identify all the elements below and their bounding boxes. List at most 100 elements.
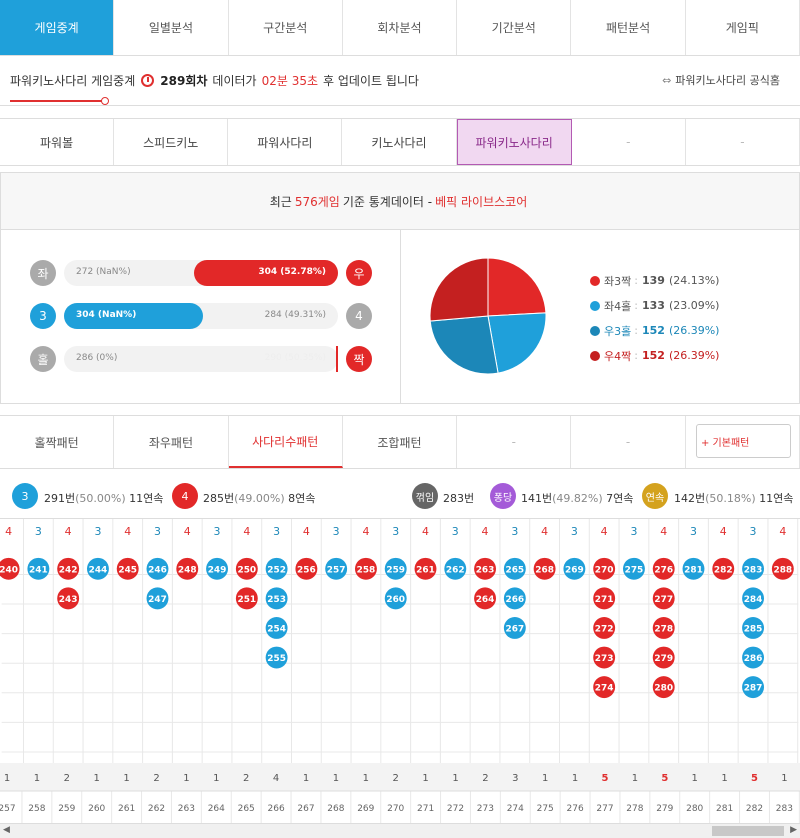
- tab-left-right-pattern[interactable]: 좌우패턴: [114, 416, 229, 468]
- result-ball-number: 274: [595, 684, 614, 694]
- column-count: 1: [303, 773, 309, 784]
- column-type-label: 3: [511, 525, 518, 538]
- tab-powerladder[interactable]: 파워사다리: [228, 119, 343, 165]
- column-round: 280: [686, 804, 703, 814]
- column-count: 2: [243, 773, 249, 784]
- column-type-label: 3: [452, 525, 459, 538]
- column-type-label: 4: [720, 525, 727, 538]
- column-round: 258: [28, 804, 45, 814]
- column-round: 260: [88, 804, 105, 814]
- four-pct: (49.00%): [234, 492, 285, 505]
- pie-slice-left3-even: [487, 257, 547, 317]
- legend-item: 우3홀:152 (26.39%): [590, 318, 719, 343]
- tab-ladder-number-pattern[interactable]: 사다리수패턴: [228, 416, 343, 468]
- result-ball-number: 259: [386, 565, 405, 575]
- column-count: 3: [512, 773, 518, 784]
- bar-right-text: 284 (49.31%): [264, 310, 326, 320]
- result-ball-number: 262: [446, 565, 465, 575]
- turn-count: 283번: [443, 492, 475, 505]
- column-type-label: 3: [392, 525, 399, 538]
- result-ball-number: 277: [654, 595, 673, 605]
- three-count: 291번: [44, 492, 76, 505]
- column-count: 1: [34, 773, 40, 784]
- column-type-label: 4: [482, 525, 489, 538]
- column-count: 2: [482, 773, 488, 784]
- bar-left-text: 286 (0%): [76, 353, 118, 363]
- tab-powerkenoladder[interactable]: 파워키노사다리: [456, 119, 572, 165]
- tab-odd-even-pattern[interactable]: 홀짝패턴: [0, 416, 115, 468]
- column-type-label: 4: [303, 525, 310, 538]
- pie-legend: 좌3짝:139 (24.13%) 좌4홀:133 (23.09%) 우3홀:152(…: [590, 268, 719, 368]
- column-round: 261: [118, 804, 135, 814]
- result-ball-number: 273: [595, 654, 614, 664]
- horizontal-scrollbar[interactable]: ◀ ▶: [0, 823, 800, 838]
- pattern-footer: 1 257 1 258 2 259 1 260 1 261 2 262 1 263 1 264 2 265 4 266…: [0, 763, 800, 823]
- column-round: 283: [776, 804, 793, 814]
- tab-daily[interactable]: 일별분석: [114, 0, 229, 55]
- scroll-left-icon[interactable]: ◀: [3, 825, 10, 835]
- pie-chart: [429, 257, 547, 375]
- tab-pattern[interactable]: 패턴분석: [571, 0, 686, 55]
- result-ball-number: 242: [59, 565, 78, 575]
- column-round: 262: [148, 804, 165, 814]
- turn-summary-text: 283번: [443, 490, 474, 506]
- tab-round[interactable]: 회차분석: [342, 0, 458, 55]
- tab-empty-b: -: [571, 416, 686, 468]
- result-ball-number: 272: [595, 624, 614, 634]
- official-home-link[interactable]: ⇔ 파워키노사다리 공식홈: [662, 72, 780, 88]
- result-ball-number: 283: [744, 565, 763, 575]
- legend-dot: [590, 275, 600, 286]
- tab-period[interactable]: 기간분석: [457, 0, 572, 55]
- result-ball-number: 267: [505, 624, 524, 634]
- legend-count: 152: [641, 349, 665, 362]
- column-count: 2: [153, 773, 159, 784]
- pong-summary-ball: 퐁당: [490, 483, 516, 509]
- column-round: 275: [537, 804, 554, 814]
- column-count: 5: [751, 773, 758, 784]
- result-ball-number: 275: [625, 565, 644, 575]
- tab-empty-2: -: [686, 119, 800, 165]
- pattern-tabs: 홀짝패턴 좌우패턴 사다리수패턴 조합패턴 - -: [0, 415, 800, 469]
- stats-bars: 좌 272 (NaN%) 304 (52.78%) 우 3 304 (NaN%)…: [1, 230, 401, 404]
- pattern-grid: 4 240 3 241 4 242 243 3 244 4 245 3 246 247 4 248 3 249 4 2…: [0, 518, 800, 763]
- odd-even-bar: 286 (0%) 290 (50.35%): [64, 346, 338, 372]
- column-count: 1: [183, 773, 189, 784]
- tab-empty-a: -: [457, 416, 572, 468]
- result-ball-number: 248: [178, 565, 197, 575]
- column-count: 1: [542, 773, 548, 784]
- scroll-thumb[interactable]: [712, 826, 784, 836]
- four-summary-ball: 4: [172, 483, 198, 509]
- tab-powerball[interactable]: 파워볼: [0, 119, 115, 165]
- tab-empty-1: -: [572, 119, 686, 165]
- footer-count-bg: [0, 763, 800, 791]
- game-tabs: 파워볼 스피드키노 파워사다리 키노사다리 파워키노사다리 - -: [0, 118, 800, 166]
- streak-summary-ball: 연속: [642, 483, 668, 509]
- turn-summary-ball: 꺾임: [412, 483, 438, 509]
- column-round: 277: [596, 804, 613, 814]
- legend-dot: [590, 350, 600, 361]
- result-ball-number: 241: [29, 565, 48, 575]
- main-tabs: 게임중계 일별분석 구간분석 회차분석 기간분석 패턴분석 게임픽: [0, 0, 800, 56]
- bar-right-text: 304 (52.78%): [258, 267, 326, 277]
- scroll-right-icon[interactable]: ▶: [790, 825, 797, 835]
- pie-slice-right4-even: [429, 257, 489, 322]
- legend-count: 133: [641, 299, 665, 312]
- result-ball-number: 276: [654, 565, 673, 575]
- result-ball-number: 287: [744, 684, 763, 694]
- tab-speedkeno[interactable]: 스피드키노: [114, 119, 229, 165]
- tab-section[interactable]: 구간분석: [228, 0, 343, 55]
- tab-kenoladder[interactable]: 키노사다리: [342, 119, 457, 165]
- legend-pct: (26.39%): [668, 349, 720, 362]
- column-count: 1: [781, 773, 787, 784]
- column-count: 4: [273, 773, 279, 784]
- four-summary-text: 285번(49.00%) 8연속: [203, 490, 315, 506]
- column-type-label: 3: [273, 525, 280, 538]
- game-title: 파워키노사다리 게임중계: [10, 74, 136, 88]
- bar-left-text: 304 (NaN%): [76, 310, 137, 320]
- link-icon: ⇔: [662, 74, 672, 87]
- tab-combo-pattern[interactable]: 조합패턴: [343, 416, 458, 468]
- basic-pattern-button[interactable]: + 기본패턴: [696, 424, 791, 458]
- tab-live[interactable]: 게임중계: [0, 0, 115, 55]
- result-ball-number: 265: [505, 565, 524, 575]
- tab-gamepick[interactable]: 게임픽: [685, 0, 800, 55]
